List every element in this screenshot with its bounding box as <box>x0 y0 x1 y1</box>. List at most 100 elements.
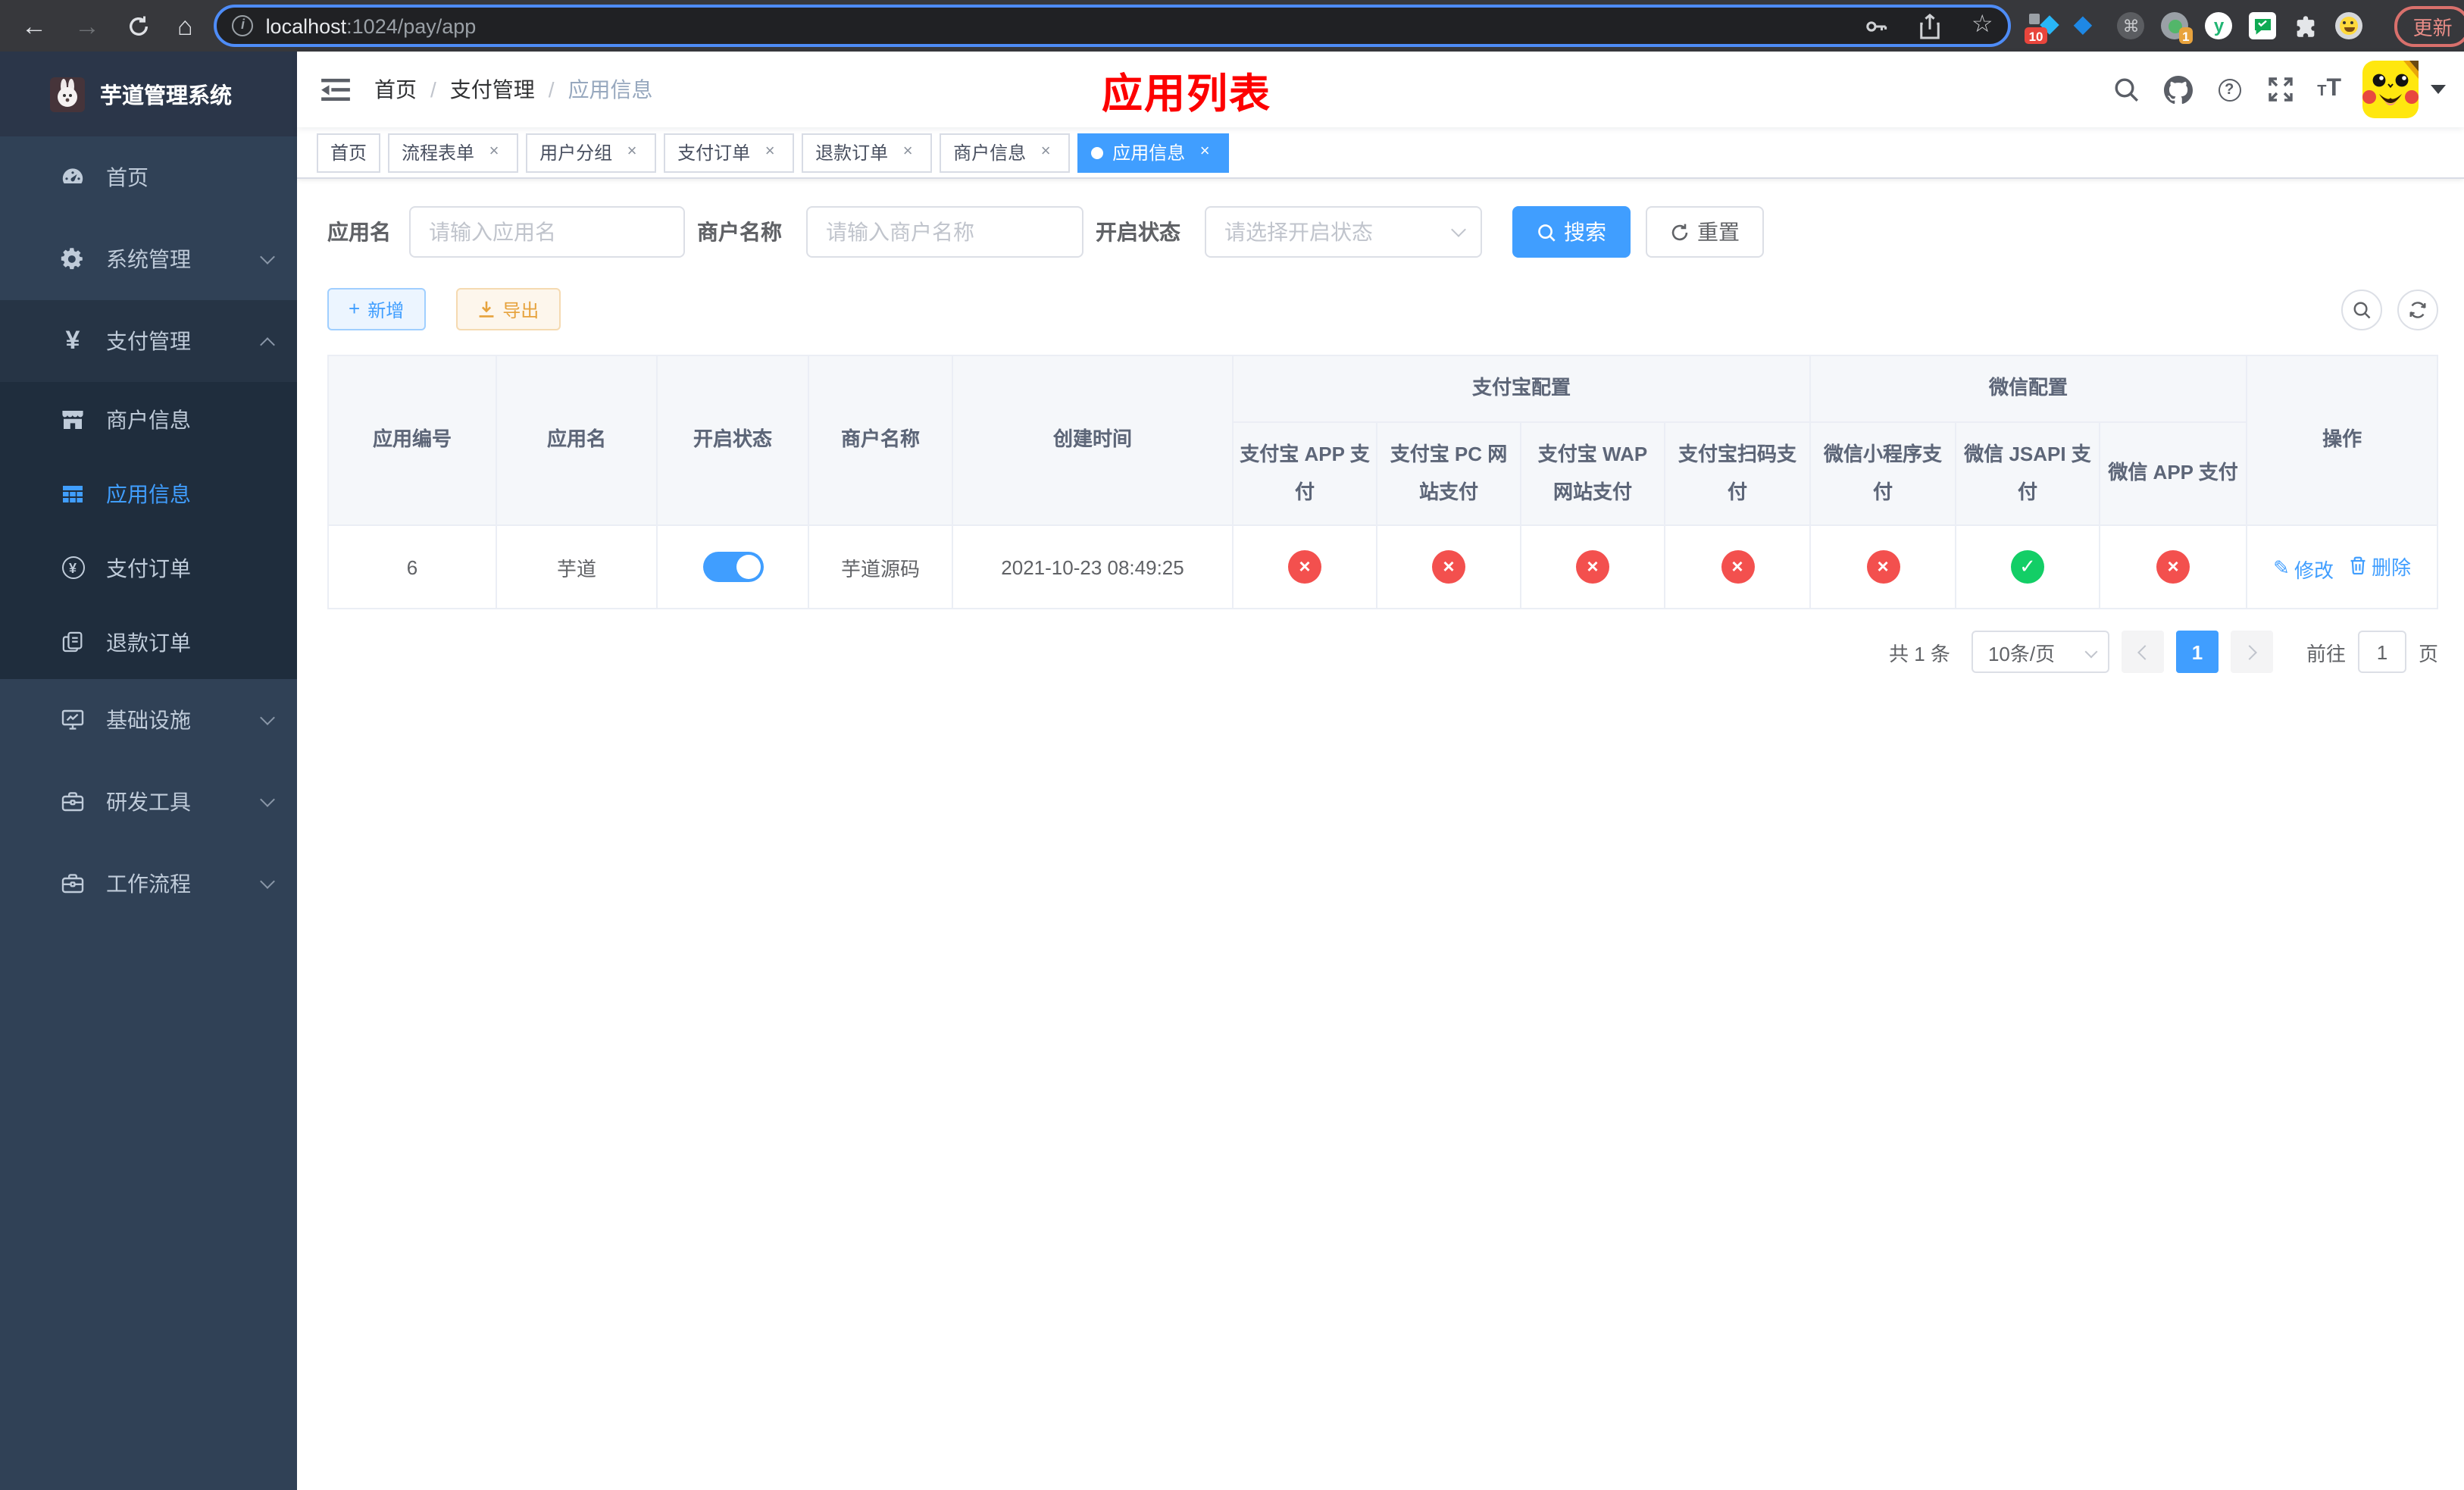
chevron-right-icon <box>2242 644 2257 659</box>
refresh-button[interactable] <box>2397 289 2438 330</box>
page-size-select[interactable]: 10条/页 <box>1971 631 2109 673</box>
sidebar-item-label: 工作流程 <box>106 872 191 896</box>
filter-label: 开启状态 <box>1096 220 1180 244</box>
home-icon[interactable]: ⌂ <box>177 13 193 39</box>
app-name-input[interactable] <box>409 206 685 258</box>
help-icon[interactable]: ? <box>2214 74 2244 105</box>
sidebar-item-merchant-info[interactable]: 商户信息 <box>0 382 297 456</box>
tab-app-info-active[interactable]: 应用信息 × <box>1077 133 1230 172</box>
next-page-button[interactable] <box>2230 631 2273 673</box>
col-header-wechat-app: 微信 APP 支付 <box>2099 421 2248 526</box>
wechat-mini-status-icon: × <box>1866 550 1900 584</box>
extension-emoji-icon[interactable] <box>2335 12 2363 39</box>
tab-close-icon[interactable]: × <box>1194 142 1215 163</box>
extension-collector-icon[interactable]: 10 <box>2025 12 2060 44</box>
filter-label: 商户名称 <box>697 220 782 244</box>
search-button[interactable]: 搜索 <box>1512 206 1631 258</box>
col-group-wechat: 微信配置 <box>1809 355 2248 423</box>
status-toggle[interactable] <box>702 552 763 582</box>
forward-icon[interactable]: → <box>74 13 100 39</box>
tab-close-icon[interactable]: × <box>621 142 643 163</box>
breadcrumb-item[interactable]: 支付管理 <box>450 74 535 105</box>
extensions-puzzle-icon[interactable] <box>2294 13 2319 39</box>
sidebar-logo-row[interactable]: 芋道管理系统 <box>0 52 297 136</box>
status-select[interactable]: 请选择开启状态 <box>1205 206 1482 258</box>
gear-icon <box>61 247 85 271</box>
navbar: 首页 / 支付管理 / 应用信息 应用列表 ? T T <box>297 52 2464 127</box>
alipay-wap-status-icon: × <box>1576 550 1609 584</box>
extension-command-icon[interactable]: ⌘ <box>2117 12 2145 39</box>
tab-close-icon[interactable]: × <box>483 142 505 163</box>
tab-merchant-info[interactable]: 商户信息 × <box>940 133 1071 172</box>
sidebar-item-dev-tools[interactable]: 研发工具 <box>0 761 297 843</box>
reload-icon[interactable] <box>127 14 150 37</box>
password-key-icon[interactable] <box>1862 13 1888 39</box>
sidebar-item-infrastructure[interactable]: 基础设施 <box>0 679 297 761</box>
col-header-app-id: 应用编号 <box>327 355 497 526</box>
tab-close-icon[interactable]: × <box>759 142 780 163</box>
navbar-actions: ? TT <box>2111 61 2464 118</box>
sidebar-item-system[interactable]: 系统管理 <box>0 218 297 300</box>
extension-kite-icon[interactable]: ◆ <box>2074 12 2101 39</box>
alipay-app-status-icon: × <box>1288 550 1321 584</box>
tab-refund-order[interactable]: 退款订单 × <box>802 133 933 172</box>
show-search-toggle-button[interactable] <box>2341 289 2382 330</box>
tab-label: 退款订单 <box>815 142 889 164</box>
extension-chat-icon[interactable] <box>2249 12 2277 39</box>
sidebar-item-refund-order[interactable]: 退款订单 <box>0 605 297 679</box>
sidebar-item-payment[interactable]: ¥ 支付管理 <box>0 300 297 382</box>
sidebar-item-app-info[interactable]: 应用信息 <box>0 456 297 531</box>
alipay-pc-status-icon: × <box>1432 550 1465 584</box>
tab-close-icon[interactable]: × <box>897 142 918 163</box>
cell-actions: ✎ 修改 删除 <box>2246 524 2439 609</box>
sidebar-toggle-icon[interactable] <box>297 77 374 102</box>
export-button[interactable]: 导出 <box>455 288 561 330</box>
tab-process-form[interactable]: 流程表单 × <box>388 133 519 172</box>
shop-icon <box>61 407 85 431</box>
chevron-down-icon <box>260 791 275 806</box>
reset-button[interactable]: 重置 <box>1646 206 1764 258</box>
sidebar-item-home[interactable]: 首页 <box>0 136 297 218</box>
col-header-alipay-pc: 支付宝 PC 网站支付 <box>1376 421 1521 526</box>
user-menu[interactable] <box>2362 61 2446 118</box>
tab-close-icon[interactable]: × <box>1035 142 1056 163</box>
bookmark-star-icon[interactable]: ☆ <box>1972 13 1993 38</box>
app-table: 应用编号 应用名 开启状态 商户名称 创建时间 支付宝配置 微信配置 操作 支付… <box>327 355 2439 609</box>
monitor-chart-icon <box>61 708 85 732</box>
edit-link[interactable]: ✎ 修改 <box>2273 554 2334 583</box>
sidebar-item-label: 系统管理 <box>106 247 191 271</box>
briefcase-icon <box>61 790 85 814</box>
breadcrumb: 首页 / 支付管理 / 应用信息 <box>374 74 653 105</box>
chevron-down-icon <box>1451 222 1466 237</box>
download-icon <box>478 301 493 318</box>
tab-label: 商户信息 <box>953 142 1027 164</box>
url-bar[interactable]: i localhost:1024/pay/app ☆ <box>214 5 2012 47</box>
extension-recorder-icon[interactable]: 1 <box>2161 12 2194 44</box>
url-text: localhost:1024/pay/app <box>266 14 1862 37</box>
tab-home[interactable]: 首页 <box>317 133 381 172</box>
breadcrumb-item[interactable]: 首页 <box>374 74 417 105</box>
add-button[interactable]: + 新增 <box>327 288 426 330</box>
fullscreen-icon[interactable] <box>2265 74 2296 105</box>
page-number-1[interactable]: 1 <box>2175 631 2219 673</box>
site-info-icon[interactable]: i <box>232 15 254 36</box>
delete-link[interactable]: 删除 <box>2349 551 2411 580</box>
extension-badge: 1 <box>2178 27 2194 44</box>
header-search-icon[interactable] <box>2111 74 2141 105</box>
extension-yuque-icon[interactable]: y <box>2205 12 2233 39</box>
back-icon[interactable]: ← <box>21 13 47 39</box>
yuan-icon: ¥ <box>65 326 80 355</box>
share-icon[interactable] <box>1918 13 1941 39</box>
sidebar-item-workflow[interactable]: 工作流程 <box>0 843 297 925</box>
prev-page-button[interactable] <box>2121 631 2164 673</box>
github-icon[interactable] <box>2162 74 2193 105</box>
tab-user-group[interactable]: 用户分组 × <box>526 133 657 172</box>
browser-update-button[interactable]: 更新 <box>2394 5 2464 46</box>
merchant-name-input[interactable] <box>806 206 1083 258</box>
tab-pay-order[interactable]: 支付订单 × <box>664 133 795 172</box>
sidebar-item-pay-order[interactable]: ¥ 支付订单 <box>0 531 297 605</box>
font-size-icon[interactable]: TT <box>2317 76 2341 103</box>
extensions-area: 10 ◆ ⌘ 1 y 更新 <box>2025 5 2464 46</box>
app-main: 应用名 商户名称 开启状态 请选择开启状态 <box>297 179 2464 1490</box>
goto-page-input[interactable] <box>2357 631 2406 673</box>
